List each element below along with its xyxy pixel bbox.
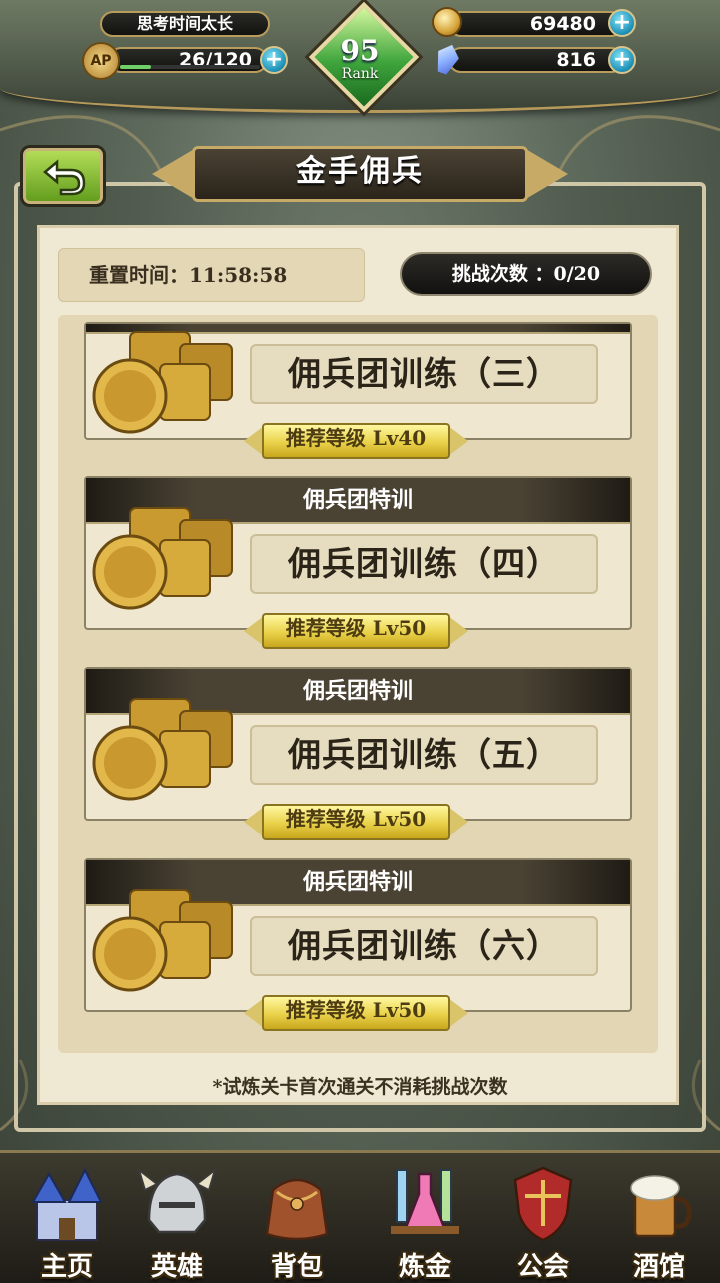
add-gem-button[interactable]: +: [608, 46, 636, 74]
gold-coins-icon: [92, 889, 233, 992]
add-gold-button[interactable]: +: [608, 9, 636, 37]
stage-name: 佣兵团训练（三）: [288, 354, 560, 393]
level-badge-wing-right: [448, 426, 468, 456]
gold-coins-icon: [92, 331, 233, 434]
stage-card[interactable]: 佣兵团特训 佣兵团训练（六） 推荐等级 Lv50: [84, 858, 632, 1031]
status-text: 思考时间太长: [100, 11, 270, 37]
stage-name: 佣兵团训练（五）: [288, 735, 560, 774]
challenge-count-pill: 挑战次数 ：0/20: [400, 252, 652, 296]
ap-icon: AP: [82, 42, 120, 80]
back-arrow-icon: [43, 159, 86, 196]
nav-alchemy-label: 炼金: [398, 1252, 451, 1282]
recommended-level: 推荐等级 Lv50: [285, 807, 427, 831]
stage-card[interactable]: 佣兵团训练（三） 推荐等级 Lv40: [84, 312, 632, 472]
nav-home-label: 主页: [40, 1252, 93, 1282]
reset-time-label: 重置时间：11:58:58: [89, 263, 288, 287]
stage-card[interactable]: 佣兵团特训 佣兵团训练（四） 推荐等级 Lv50: [84, 476, 632, 649]
ap-progress-bar: [120, 65, 260, 69]
back-button[interactable]: [20, 145, 106, 207]
castle-icon: [31, 1167, 103, 1241]
nav-home[interactable]: 主页: [12, 1160, 122, 1282]
nav-guild-label: 公会: [516, 1252, 569, 1282]
recommended-level-badge: 推荐等级 Lv50: [244, 992, 468, 1034]
reset-time-box: 重置时间：11:58:58: [58, 248, 365, 302]
recommended-level-badge: 推荐等级 Lv50: [244, 801, 468, 843]
rank-label: Rank: [341, 66, 379, 82]
nav-heroes-label: 英雄: [150, 1252, 203, 1282]
page-title: 金手佣兵: [296, 154, 424, 189]
gold-coins-icon: [92, 698, 233, 801]
ap-progress-fill: [120, 65, 151, 69]
stage-name: 佣兵团训练（四）: [288, 544, 560, 583]
title-banner: 金手佣兵: [152, 140, 568, 208]
gold-value: 69480: [529, 13, 596, 35]
stage-name-plate: 佣兵团训练（六）: [250, 916, 598, 976]
level-badge-wing-right: [448, 998, 468, 1028]
guild-shield-icon: [513, 1166, 573, 1242]
nav-bag-label: 背包: [270, 1252, 323, 1282]
level-badge-wing-left: [244, 616, 264, 646]
gold-coins-icon: [92, 507, 233, 610]
recommended-level: 推荐等级 Lv40: [285, 426, 427, 450]
rank-emblem: 95 Rank: [308, 1, 420, 113]
beer-mug-icon: [630, 1175, 692, 1238]
gem-value: 816: [556, 49, 596, 71]
stage-card[interactable]: 佣兵团特训 佣兵团训练（五） 推荐等级 Lv50: [84, 667, 632, 840]
footnote: *试炼关卡首次通关不消耗挑战次数: [212, 1076, 508, 1098]
recommended-level: 推荐等级 Lv50: [285, 616, 427, 640]
bag-icon: [265, 1178, 329, 1241]
ap-meter: 26/120: [108, 47, 268, 73]
recommended-level: 推荐等级 Lv50: [285, 998, 427, 1022]
potion-icon: [391, 1169, 459, 1234]
level-badge-wing-right: [448, 807, 468, 837]
nav-tavern-label: 酒馆: [632, 1252, 685, 1282]
recommended-level-badge: 推荐等级 Lv40: [244, 420, 468, 462]
stage-name-plate: 佣兵团训练（四）: [250, 534, 598, 594]
challenge-count-label: 挑战次数 ：0/20: [451, 263, 601, 285]
nav-heroes[interactable]: 英雄: [122, 1160, 232, 1282]
banner-left-ornament: [152, 148, 196, 200]
add-ap-button[interactable]: +: [260, 46, 288, 74]
nav-bag[interactable]: 背包: [242, 1160, 352, 1282]
stage-name-plate: 佣兵团训练（三）: [250, 344, 598, 404]
helmet-icon: [137, 1167, 217, 1234]
nav-alchemy[interactable]: 炼金: [370, 1160, 480, 1282]
stage-name: 佣兵团训练（六）: [288, 926, 560, 965]
level-badge-wing-left: [244, 807, 264, 837]
recommended-level-badge: 推荐等级 Lv50: [244, 610, 468, 652]
level-badge-wing-right: [448, 616, 468, 646]
rank-number: 95: [340, 34, 380, 67]
level-badge-wing-left: [244, 998, 264, 1028]
level-badge-wing-left: [244, 426, 264, 456]
nav-tavern[interactable]: 酒馆: [604, 1160, 714, 1282]
nav-guild[interactable]: 公会: [488, 1160, 598, 1282]
stage-name-plate: 佣兵团训练（五）: [250, 725, 598, 785]
top-hud: 思考时间太长 26/120 AP + 95 Rank 69480 + 816 +: [0, 0, 720, 115]
banner-right-ornament: [524, 148, 568, 200]
gold-counter: 69480: [448, 11, 624, 37]
gem-counter: 816: [448, 47, 624, 73]
gold-coin-icon: [432, 7, 462, 37]
